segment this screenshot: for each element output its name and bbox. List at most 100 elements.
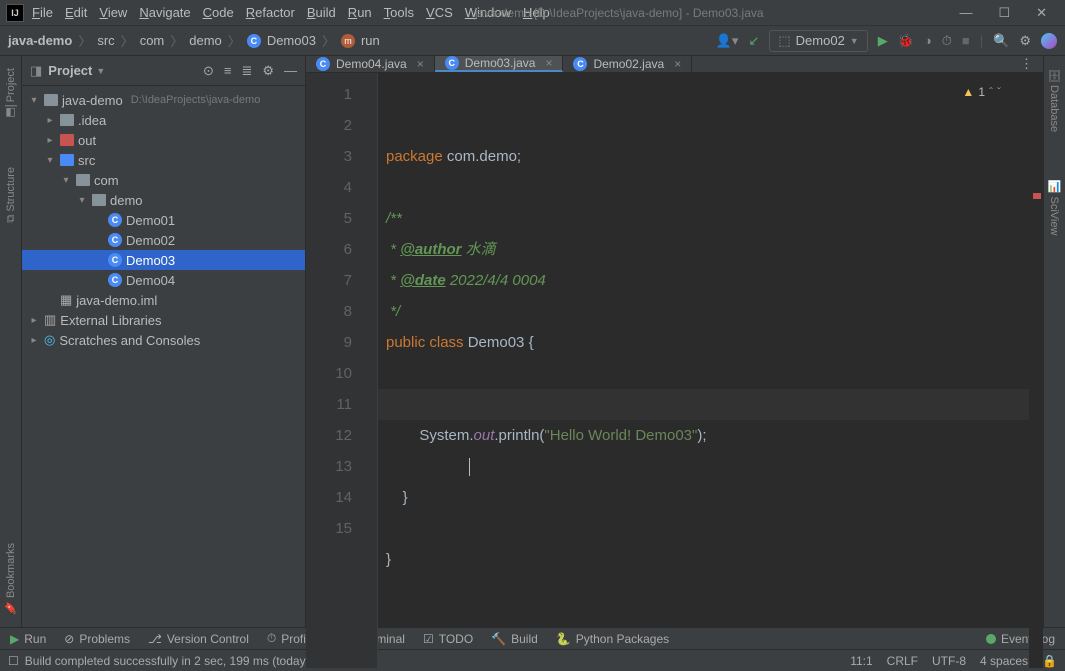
minimize-button[interactable]: — [959,5,972,21]
tabs-more-icon[interactable]: ⋮ [1010,56,1043,72]
folder-icon [60,114,74,126]
tree-scratch[interactable]: ▸◎Scratches and Consoles [22,330,305,350]
close-button[interactable]: ✕ [1036,5,1047,21]
tree-iml[interactable]: ▦java-demo.iml [22,290,305,310]
expand-all-icon[interactable]: ≡ [224,63,232,79]
vcs-tool-tab[interactable]: ⎇Version Control [148,632,249,646]
run-config-combo[interactable]: ⬚ Demo02 ▼ [769,30,867,52]
scrollbar-marker[interactable] [1029,73,1043,668]
menubar: IJ FileEditViewNavigateCodeRefactorBuild… [0,0,1065,26]
menu-navigate[interactable]: Navigate [133,3,196,22]
tab-demo04[interactable]: C Demo04.java × [306,56,435,72]
menu-refactor[interactable]: Refactor [240,3,301,22]
warning-count: 1 [978,77,985,108]
menu-file[interactable]: File [26,3,59,22]
hide-icon[interactable]: — [284,63,297,79]
tree-idea[interactable]: ▸.idea [22,110,305,130]
tab-label: Demo04.java [336,57,407,71]
search-icon[interactable]: 🔍 [993,33,1009,49]
crumb-class[interactable]: Demo03 [267,33,316,48]
fold-gutter[interactable] [362,73,378,668]
crumb-demo[interactable]: demo [189,33,222,48]
tree-label: .idea [78,113,106,128]
tab-label: Demo02.java [593,57,664,71]
menu-run[interactable]: Run [342,3,378,22]
crumb-method[interactable]: run [361,33,380,48]
tab-demo03[interactable]: CDemo03.java× [435,56,564,72]
profile-icon[interactable]: ⏱ [942,33,952,49]
menu-edit[interactable]: Edit [59,3,93,22]
close-icon[interactable]: × [417,57,424,71]
tree-label: Demo02 [126,233,175,248]
avatar-icon[interactable] [1041,33,1057,49]
tree-out[interactable]: ▸out [22,130,305,150]
line-gutter[interactable]: 123456789101112131415 [306,73,362,668]
gear-icon[interactable]: ⚙ [262,63,274,79]
right-tool-strip: 🗄 Database 📊 SciView [1043,56,1065,627]
library-icon: ▥ [44,312,56,328]
run-tool-tab[interactable]: ▶Run [10,632,46,646]
select-opened-icon[interactable]: ⊙ [203,63,214,79]
build-icon[interactable]: ↙ [748,33,759,49]
menu-view[interactable]: View [93,3,133,22]
code-area[interactable]: package com.demo; /** * @author 水滴 * @da… [378,73,1029,668]
project-tool-tab[interactable]: ◨ Project [4,64,17,123]
crumb-src[interactable]: src [97,33,114,48]
tree-demo01[interactable]: CDemo01 [22,210,305,230]
class-icon: C [573,57,587,71]
maximize-button[interactable]: ☐ [998,5,1010,21]
folder-icon [76,174,90,186]
project-panel: ◨ Project ▼ ⊙ ≡ ≣ ⚙ — ▾java-demoD:\IdeaP… [22,56,306,627]
folder-icon [92,194,106,206]
sciview-tool-tab[interactable]: 📊 SciView [1048,176,1061,239]
tree-sublabel: D:\IdeaProjects\java-demo [131,94,261,106]
menu-code[interactable]: Code [197,3,240,22]
folder-icon [60,154,74,166]
tree-demo04[interactable]: CDemo04 [22,270,305,290]
debug-icon[interactable]: 🐞 [898,33,914,49]
class-icon: C [316,57,330,71]
settings-icon[interactable]: ⚙ [1019,33,1031,49]
tree-demo[interactable]: ▾demo [22,190,305,210]
inspections-widget[interactable]: ▲ 1 ˆˇ [962,77,1001,108]
lock-icon[interactable]: 🔒 [1042,654,1057,668]
window-title: java-demo [D:\IdeaProjects\java-demo] - … [475,6,764,20]
bookmarks-tool-tab[interactable]: 🔖 Bookmarks [4,539,17,619]
problems-tool-tab[interactable]: ⊘Problems [64,632,130,646]
tree-com[interactable]: ▾com [22,170,305,190]
warning-icon: ▲ [962,77,974,108]
tree-label: com [94,173,119,188]
app-icon: IJ [6,4,24,22]
tree-demo02[interactable]: CDemo02 [22,230,305,250]
tree-label: java-demo.iml [76,293,157,308]
structure-tool-tab[interactable]: ⧉ Structure [5,163,17,227]
tree-extlib[interactable]: ▸▥External Libraries [22,310,305,330]
status-icon[interactable]: ☐ [8,654,19,668]
close-icon[interactable]: × [545,56,552,70]
tree-src[interactable]: ▾src [22,150,305,170]
crumb-com[interactable]: com [140,33,165,48]
menu-build[interactable]: Build [301,3,342,22]
run-icon[interactable]: ▶ [878,33,888,49]
tree-label: Demo03 [126,253,175,268]
folder-icon [44,94,58,106]
breadcrumb[interactable]: java-demo 〉src 〉com 〉demo 〉CDemo03 〉mrun [8,31,380,50]
stop-icon[interactable]: ■ [962,33,970,48]
run-config-label: Demo02 [796,33,845,48]
coverage-icon[interactable]: ◑ [924,33,932,48]
tab-label: Demo03.java [465,56,536,70]
collapse-all-icon[interactable]: ≣ [241,63,252,79]
tree-root[interactable]: ▾java-demoD:\IdeaProjects\java-demo [22,90,305,110]
crumb-project[interactable]: java-demo [8,33,72,48]
project-tree[interactable]: ▾java-demoD:\IdeaProjects\java-demo▸.ide… [22,86,305,627]
editor: CDemo04.java×CDemo03.java×CDemo02.java×⋮… [306,56,1043,627]
tab-demo02[interactable]: C Demo02.java × [563,56,692,72]
menu-vcs[interactable]: VCS [420,3,459,22]
tree-label: External Libraries [60,313,161,328]
user-icon[interactable]: 👤▾ [716,33,739,49]
class-icon: C [247,34,261,48]
menu-tools[interactable]: Tools [378,3,420,22]
close-icon[interactable]: × [674,57,681,71]
database-tool-tab[interactable]: 🗄 Database [1048,64,1061,136]
tree-demo03[interactable]: CDemo03 [22,250,305,270]
